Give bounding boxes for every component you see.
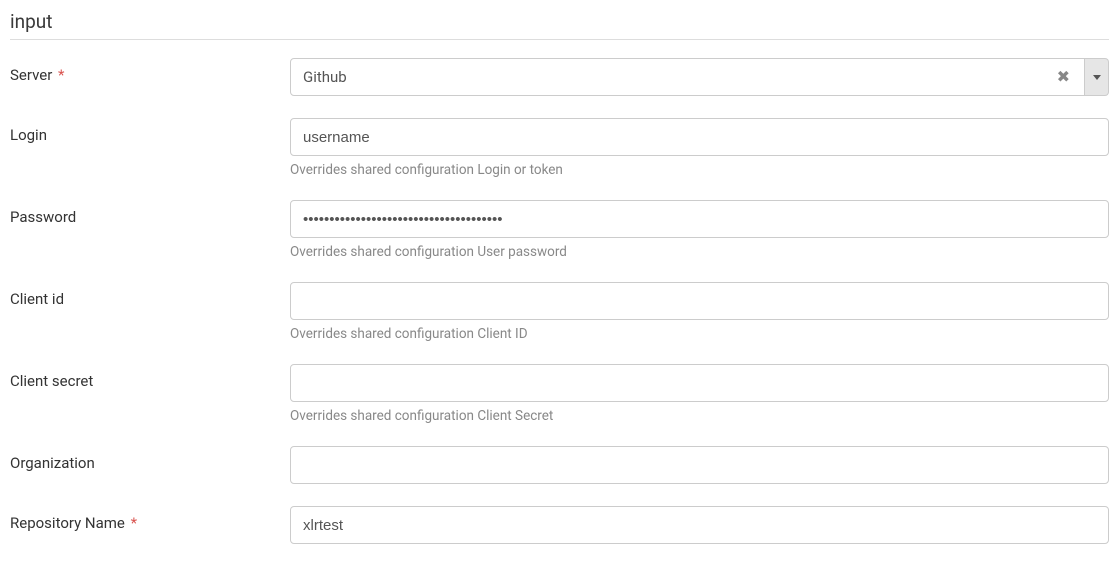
label-text: Client secret: [10, 372, 93, 390]
help-text: Overrides shared configuration Client Se…: [290, 408, 1109, 424]
dropdown-toggle[interactable]: [1085, 58, 1109, 96]
form-row-password: Password Overrides shared configuration …: [10, 200, 1109, 260]
field-label: Login: [10, 118, 290, 144]
organization-input[interactable]: [290, 446, 1109, 484]
form-row-clientsecret: Client secret Overrides shared configura…: [10, 364, 1109, 424]
form-row-repositoryname: Repository Name *: [10, 506, 1109, 544]
field-control: [290, 506, 1109, 544]
clientid-input[interactable]: [290, 282, 1109, 320]
form-row-server: Server * Github ✖: [10, 58, 1109, 96]
server-select[interactable]: Github ✖: [290, 58, 1109, 96]
field-control: Overrides shared configuration User pass…: [290, 200, 1109, 260]
select-value: Github: [303, 68, 347, 86]
select-main[interactable]: Github ✖: [290, 58, 1085, 96]
field-label: Password: [10, 200, 290, 226]
field-label: Client secret: [10, 364, 290, 390]
label-text: Repository Name: [10, 514, 125, 532]
label-text: Server: [10, 66, 52, 84]
field-control: [290, 446, 1109, 484]
help-text: Overrides shared configuration User pass…: [290, 244, 1109, 260]
help-text: Overrides shared configuration Client ID: [290, 326, 1109, 342]
label-text: Password: [10, 208, 76, 226]
field-label: Client id: [10, 282, 290, 308]
section-title: input: [10, 10, 1109, 40]
field-control: Overrides shared configuration Client ID: [290, 282, 1109, 342]
help-text: Overrides shared configuration Login or …: [290, 162, 1109, 178]
field-label: Organization: [10, 446, 290, 472]
field-control: Overrides shared configuration Client Se…: [290, 364, 1109, 424]
clear-icon[interactable]: ✖: [1053, 69, 1074, 85]
form-row-organization: Organization: [10, 446, 1109, 484]
field-label: Repository Name *: [10, 506, 290, 532]
label-text: Login: [10, 126, 47, 144]
repositoryname-input[interactable]: [290, 506, 1109, 544]
field-control: Overrides shared configuration Login or …: [290, 118, 1109, 178]
clientsecret-input[interactable]: [290, 364, 1109, 402]
field-label: Server *: [10, 58, 290, 84]
required-marker: *: [131, 514, 137, 532]
field-control: Github ✖: [290, 58, 1109, 96]
required-marker: *: [58, 66, 64, 84]
password-input[interactable]: [290, 200, 1109, 238]
form-row-login: Login Overrides shared configuration Log…: [10, 118, 1109, 178]
caret-down-icon: [1093, 75, 1101, 80]
login-input[interactable]: [290, 118, 1109, 156]
form-row-clientid: Client id Overrides shared configuration…: [10, 282, 1109, 342]
label-text: Organization: [10, 454, 95, 472]
label-text: Client id: [10, 290, 64, 308]
